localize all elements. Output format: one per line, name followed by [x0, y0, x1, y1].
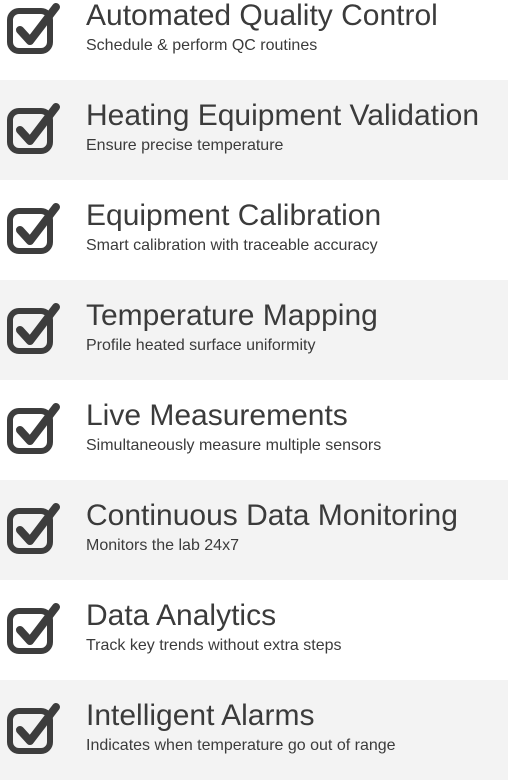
checkbox-checked-icon	[4, 401, 62, 459]
feature-title: Intelligent Alarms	[86, 699, 315, 732]
checkbox-checked-icon	[4, 301, 62, 359]
checkbox-checked-icon	[4, 701, 62, 759]
feature-list: Automated Quality Control Schedule & per…	[0, 0, 508, 780]
feature-description: Schedule & perform QC routines	[86, 37, 318, 54]
checkbox-checked-icon	[4, 101, 62, 159]
feature-item: Equipment Calibration Smart calibration …	[0, 180, 508, 280]
feature-item: Temperature Mapping Profile heated surfa…	[0, 280, 508, 380]
feature-title: Automated Quality Control	[86, 0, 438, 32]
feature-description: Indicates when temperature go out of ran…	[86, 737, 396, 754]
feature-title: Data Analytics	[86, 599, 277, 632]
feature-item: Intelligent Alarms Indicates when temper…	[0, 680, 508, 780]
checkbox-checked-icon	[4, 1, 62, 59]
feature-item: Data Analytics Track key trends without …	[0, 580, 508, 680]
feature-title: Heating Equipment Validation	[86, 99, 480, 132]
checkbox-checked-icon	[4, 601, 62, 659]
checkbox-checked-icon	[4, 201, 62, 259]
feature-title: Equipment Calibration	[86, 199, 382, 232]
feature-description: Track key trends without extra steps	[86, 637, 342, 654]
feature-description: Smart calibration with traceable accurac…	[86, 237, 378, 254]
feature-description: Ensure precise temperature	[86, 137, 284, 154]
feature-title: Continuous Data Monitoring	[86, 499, 458, 532]
feature-title: Temperature Mapping	[86, 299, 378, 332]
feature-item: Heating Equipment Validation Ensure prec…	[0, 80, 508, 180]
feature-item: Live Measurements Simultaneously measure…	[0, 380, 508, 480]
feature-item: Automated Quality Control Schedule & per…	[0, 0, 508, 80]
checkbox-checked-icon	[4, 501, 62, 559]
feature-description: Simultaneously measure multiple sensors	[86, 437, 382, 454]
feature-title: Live Measurements	[86, 399, 348, 432]
feature-description: Profile heated surface uniformity	[86, 337, 316, 354]
feature-item: Continuous Data Monitoring Monitors the …	[0, 480, 508, 580]
feature-description: Monitors the lab 24x7	[86, 537, 239, 554]
